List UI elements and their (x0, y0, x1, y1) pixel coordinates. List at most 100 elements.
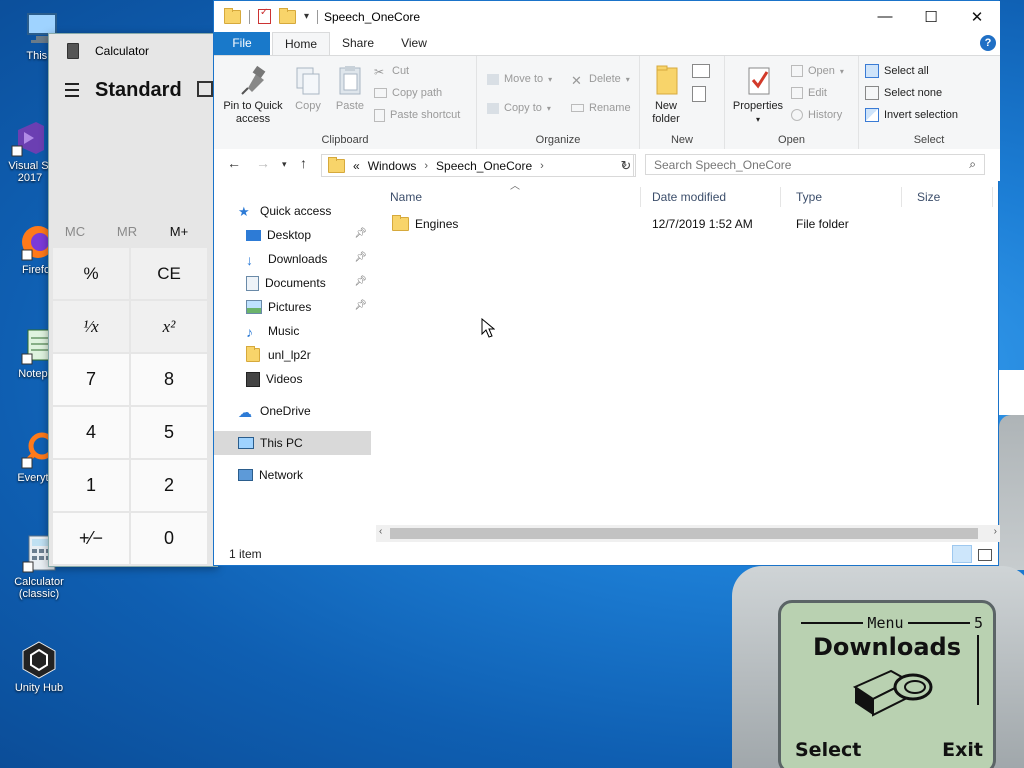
keep-on-top-icon[interactable] (197, 81, 213, 97)
reciprocal-key[interactable]: ¹⁄x (53, 301, 129, 352)
pin-to-quick-access-button[interactable]: Pin to Quick access (220, 60, 286, 126)
phone-softkey-select[interactable]: Select (795, 739, 861, 761)
videos-icon (246, 371, 260, 387)
file-explorer-window[interactable]: ▾ Speech_OneCore — ☐ ✕ File Home Share V… (213, 0, 1000, 566)
paste-shortcut-icon (374, 108, 385, 122)
breadcrumb-speech-onecore[interactable]: Speech_OneCore (436, 159, 532, 173)
new-folder-button[interactable]: New folder (646, 60, 686, 126)
invert-selection-button[interactable]: Invert selection (865, 106, 958, 124)
address-bar[interactable]: « Windows › Speech_OneCore › ⌄ (321, 154, 634, 177)
digit-2-key[interactable]: 2 (131, 460, 207, 511)
refresh-icon[interactable]: ↻ (617, 154, 636, 177)
digit-0-key[interactable]: 0 (131, 513, 207, 564)
close-button[interactable]: ✕ (954, 1, 1000, 32)
phone-window-edge (999, 370, 1024, 415)
horizontal-scrollbar[interactable]: ‹ › (376, 525, 1000, 542)
easy-access-icon[interactable] (692, 86, 706, 102)
column-header-size[interactable]: Size (903, 187, 993, 207)
tab-share[interactable]: Share (332, 32, 384, 55)
digit-5-key[interactable]: 5 (131, 407, 207, 458)
delete-button[interactable]: ✕ Delete ▾ (571, 70, 630, 88)
nav-documents[interactable]: Documents 📌︎ (246, 271, 371, 295)
nav-desktop[interactable]: Desktop 📌︎ (246, 223, 371, 247)
paste-shortcut-button[interactable]: Paste shortcut (374, 106, 460, 124)
breadcrumb-windows[interactable]: Windows (368, 159, 417, 173)
hamburger-menu-icon[interactable] (65, 83, 79, 97)
calculator-modebar: Standard (49, 68, 217, 112)
negate-key[interactable]: +⁄− (53, 513, 129, 564)
phone-emulator[interactable]: Menu 5 Downloads Select Exit (722, 566, 1024, 768)
forward-arrow-icon[interactable]: → (256, 155, 270, 171)
clear-entry-key[interactable]: CE (131, 248, 207, 299)
back-arrow-icon[interactable]: ← (227, 155, 241, 171)
rename-button[interactable]: Rename (571, 99, 631, 117)
calculator-window[interactable]: Calculator Standard MC MR M+ % CE ¹⁄x x²… (48, 33, 218, 567)
digit-4-key[interactable]: 4 (53, 407, 129, 458)
digit-7-key[interactable]: 7 (53, 354, 129, 405)
nav-onedrive[interactable]: ☁ OneDrive (238, 399, 395, 423)
column-header-name[interactable]: Name (376, 187, 641, 207)
chevron-right-icon[interactable]: › (540, 160, 544, 172)
nav-quick-access[interactable]: ★ Quick access (238, 199, 395, 223)
calculator-titlebar[interactable]: Calculator (49, 34, 217, 68)
table-row[interactable]: Engines 12/7/2019 1:52 AM File folder (392, 213, 992, 235)
copy-to-button[interactable]: Copy to ▾ (487, 99, 551, 117)
cut-button[interactable]: ✂ Cut (374, 62, 409, 80)
scrollbar-thumb[interactable] (390, 528, 978, 539)
copy-button[interactable]: Copy (290, 60, 326, 113)
phone-menu-line: Menu 5 (797, 613, 983, 633)
history-button[interactable]: History (791, 106, 842, 124)
details-view-icon[interactable] (952, 545, 972, 563)
scroll-left-icon[interactable]: ‹ (379, 526, 382, 537)
select-none-button[interactable]: Select none (865, 84, 942, 102)
calculator-mode: Standard (95, 78, 182, 101)
customize-toolbar-icon[interactable]: ▾ (304, 11, 309, 22)
phone-softkey-exit[interactable]: Exit (942, 739, 983, 761)
open-button[interactable]: Open ▾ (791, 62, 844, 80)
nav-pictures[interactable]: Pictures 📌︎ (246, 295, 371, 319)
properties-button[interactable]: Properties ▾ (729, 60, 787, 126)
invert-selection-icon (865, 108, 879, 122)
select-all-button[interactable]: Select all (865, 62, 929, 80)
new-item-icon[interactable] (692, 64, 710, 78)
breadcrumb-overflow[interactable]: « (353, 159, 360, 173)
nav-unl-lp2r[interactable]: unl_lp2r (246, 343, 371, 367)
help-icon[interactable]: ? (980, 35, 996, 51)
nav-downloads[interactable]: ↓ Downloads 📌︎ (246, 247, 371, 271)
paste-button[interactable]: Paste (332, 60, 368, 113)
memory-recall-button[interactable]: MR (101, 224, 153, 239)
copy-path-icon (374, 88, 387, 98)
recent-locations-icon[interactable]: ▾ (282, 159, 287, 170)
chevron-right-icon[interactable]: › (424, 160, 428, 172)
minimize-button[interactable]: — (862, 1, 908, 32)
digit-8-key[interactable]: 8 (131, 354, 207, 405)
properties-icon[interactable] (258, 7, 271, 24)
star-icon: ★ (238, 204, 250, 219)
nav-music[interactable]: ♪ Music (246, 319, 371, 343)
digit-1-key[interactable]: 1 (53, 460, 129, 511)
maximize-button[interactable]: ☐ (908, 1, 954, 32)
phone-scrollbar (977, 635, 983, 705)
new-folder-icon[interactable] (279, 7, 296, 24)
edit-button[interactable]: Edit (791, 84, 827, 102)
desktop-icon-unity-hub[interactable]: Unity Hub (0, 640, 79, 694)
explorer-titlebar[interactable]: ▾ Speech_OneCore — ☐ ✕ (214, 1, 1000, 32)
percent-key[interactable]: % (53, 248, 129, 299)
column-header-type[interactable]: Type (782, 187, 902, 207)
memory-clear-button[interactable]: MC (49, 224, 101, 239)
large-icons-view-icon[interactable] (974, 545, 994, 563)
column-header-date-modified[interactable]: Date modified (638, 187, 781, 207)
search-input[interactable]: Search Speech_OneCore ⌕ (645, 154, 985, 175)
nav-this-pc[interactable]: This PC (214, 431, 371, 455)
tab-view[interactable]: View (390, 32, 438, 55)
up-arrow-icon[interactable]: ↑ (300, 155, 307, 171)
tab-home[interactable]: Home (272, 32, 330, 56)
tab-file[interactable]: File (214, 32, 270, 55)
nav-network[interactable]: Network (238, 463, 395, 487)
memory-add-button[interactable]: M+ (153, 224, 205, 239)
square-key[interactable]: x² (131, 301, 207, 352)
move-to-button[interactable]: Move to ▾ (487, 70, 552, 88)
nav-videos[interactable]: Videos (246, 367, 371, 391)
scroll-right-icon[interactable]: › (994, 526, 997, 537)
copy-path-button[interactable]: Copy path (374, 84, 442, 102)
